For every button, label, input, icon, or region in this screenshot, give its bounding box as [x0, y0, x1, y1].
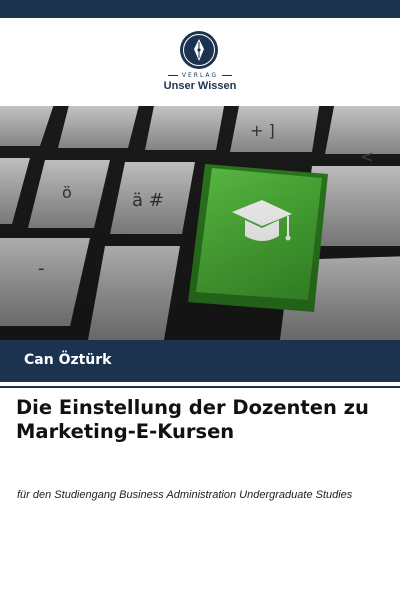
publisher-imprint-label: VERLAG [0, 72, 400, 79]
book-title: Die Einstellung der Dozenten zu Marketin… [16, 396, 369, 443]
top-brand-band [0, 0, 400, 18]
divider-rule [0, 386, 400, 388]
book-subtitle: für den Studiengang Business Administrat… [17, 489, 353, 501]
author-bar: Can Öztürk [0, 340, 400, 382]
author-name: Can Öztürk [24, 352, 112, 368]
cover-keyboard-image: + ] ö ä # - < [0, 106, 400, 340]
publisher-logo-icon [180, 31, 218, 69]
publisher-header: VERLAG Unser Wissen [0, 18, 400, 106]
publisher-name: Unser Wissen [163, 80, 237, 92]
